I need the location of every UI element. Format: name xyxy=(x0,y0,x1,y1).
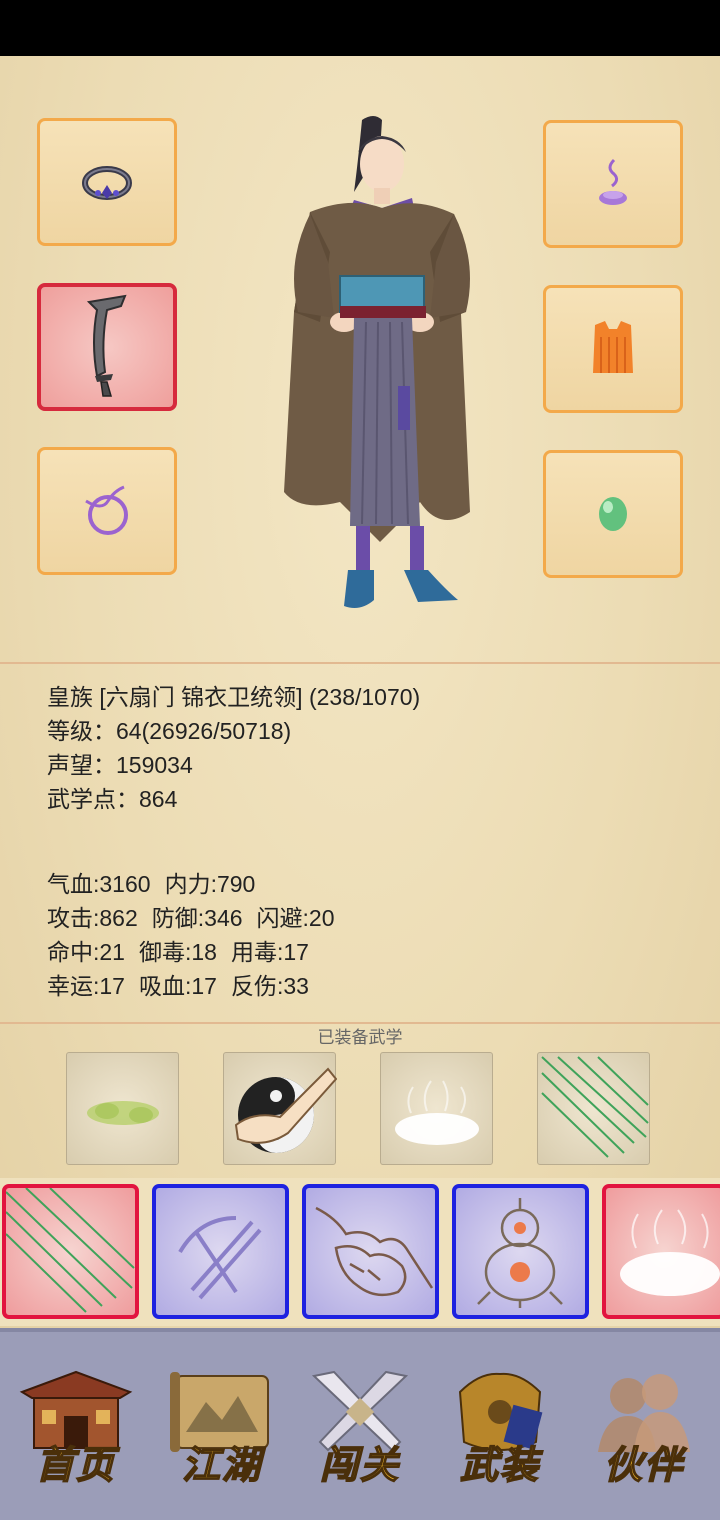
skill-selection-strip xyxy=(0,1178,720,1326)
equipped-skill-slot-4[interactable] xyxy=(537,1052,650,1165)
jade-stone-icon xyxy=(599,497,627,531)
nav-challenge-label: 闯关 xyxy=(319,1441,400,1488)
white-cloud-icon xyxy=(620,1209,720,1296)
green-mist-icon xyxy=(87,1101,159,1125)
stats-row: 攻击:862 防御:346 闪避:20 xyxy=(47,901,335,935)
nav-armory-label: 武装 xyxy=(459,1441,540,1488)
equip-slot-ring[interactable] xyxy=(37,118,177,246)
stat-defense: 防御:346 xyxy=(151,905,243,931)
stat-luck: 幸运:17 xyxy=(47,973,125,999)
equipped-skill-slot-1[interactable] xyxy=(66,1052,179,1165)
skill-card-gourd[interactable] xyxy=(452,1184,589,1319)
nav-companions[interactable]: 伙伴 xyxy=(584,1362,704,1492)
stat-dodge: 闪避:20 xyxy=(256,905,335,931)
equipped-skill-slot-3[interactable] xyxy=(380,1052,493,1165)
broadsword-icon xyxy=(86,294,127,397)
equipped-skills-title: 已装备武学 xyxy=(317,1028,403,1047)
stat-mp: 内力:790 xyxy=(164,871,256,897)
skill-card-fist[interactable] xyxy=(302,1184,439,1319)
nav-home-label: 首页 xyxy=(35,1441,116,1488)
nav-jianghu-label: 江湖 xyxy=(181,1441,262,1488)
stat-hit: 命中:21 xyxy=(47,939,125,965)
stat-reflect: 反伤:33 xyxy=(230,973,309,999)
skill-card-whirlwind[interactable] xyxy=(152,1184,289,1319)
level-line: 等级：64(26926/50718) xyxy=(47,718,292,744)
yin-yang-fist-icon xyxy=(234,1067,338,1153)
divider xyxy=(0,662,720,664)
white-cloud-icon xyxy=(395,1080,479,1145)
stats-row: 气血:3160 内力:790 xyxy=(47,867,335,901)
equip-slot-incense[interactable] xyxy=(543,120,683,248)
nav-jianghu[interactable]: 江湖 xyxy=(162,1362,282,1492)
stats-row: 幸运:17 吸血:17 反伤:33 xyxy=(47,969,335,1003)
fist-icon xyxy=(315,1206,434,1297)
faction-line: 皇族 [六扇门 锦衣卫统领] (238/1070) xyxy=(47,684,421,710)
nav-armory[interactable]: 武装 xyxy=(440,1362,560,1492)
ring-icon xyxy=(82,166,132,200)
status-bar xyxy=(0,0,720,56)
green-needles-icon xyxy=(6,1188,135,1313)
nav-companions-label: 伙伴 xyxy=(603,1441,684,1488)
stats-block: 气血:3160 内力:790 攻击:862 防御:346 闪避:20 命中:21 御毒:… xyxy=(47,867,335,1003)
equip-slot-bracelet[interactable] xyxy=(37,447,177,575)
skill-card-needles[interactable] xyxy=(2,1184,139,1319)
nav-home[interactable]: 首页 xyxy=(16,1362,136,1492)
stat-poison-resist: 御毒:18 xyxy=(138,939,217,965)
stats-row: 命中:21 御毒:18 用毒:17 xyxy=(47,935,335,969)
bottom-navigation: 首页 江湖 闯关 武装 伙伴 xyxy=(0,1328,720,1520)
ribbon-bracelet-icon xyxy=(85,485,128,535)
equip-slot-armor[interactable] xyxy=(543,285,683,413)
orange-vest-icon xyxy=(593,321,633,373)
character-info: 皇族 [六扇门 锦衣卫统领] (238/1070) 等级：64(26926/50… xyxy=(47,680,420,816)
crossed-staffs-icon xyxy=(178,1216,262,1300)
martial-points-line: 武学点：864 xyxy=(47,786,178,812)
stat-attack: 攻击:862 xyxy=(47,905,138,931)
incense-icon xyxy=(599,158,627,205)
gourd-icon xyxy=(477,1198,563,1308)
stat-poison-use: 用毒:17 xyxy=(230,939,309,965)
green-needles-icon xyxy=(541,1056,649,1158)
nav-challenge[interactable]: 闯关 xyxy=(300,1362,420,1492)
character-portrait xyxy=(284,116,470,608)
fame-line: 声望：159034 xyxy=(47,752,193,778)
stat-hp: 气血:3160 xyxy=(47,871,151,897)
skill-card-cloud[interactable] xyxy=(602,1184,720,1319)
equip-slot-jade[interactable] xyxy=(543,450,683,578)
equipped-skill-slot-2[interactable] xyxy=(223,1052,338,1165)
stat-lifesteal: 吸血:17 xyxy=(138,973,217,999)
equip-slot-weapon[interactable] xyxy=(37,283,177,411)
